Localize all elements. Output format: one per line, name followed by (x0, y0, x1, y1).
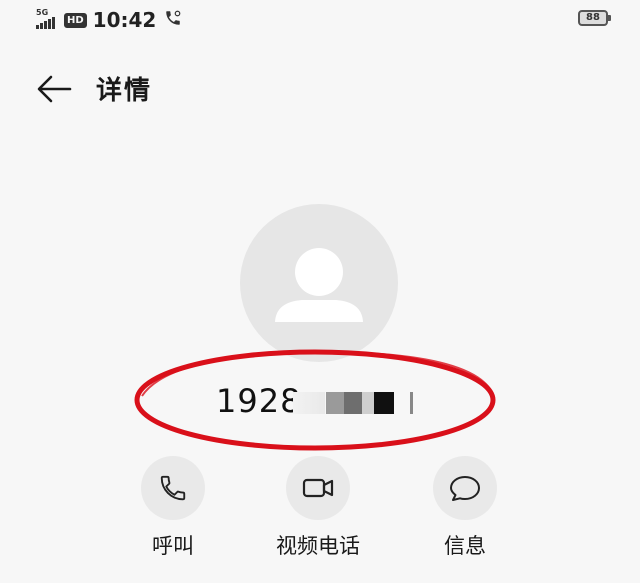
hd-badge: HD (64, 12, 87, 28)
call-button[interactable]: 呼叫 (113, 456, 233, 560)
message-button[interactable]: 信息 (405, 456, 525, 560)
video-call-label: 视频电话 (276, 534, 360, 558)
network-tag: 5G (36, 8, 49, 17)
message-label: 信息 (444, 534, 486, 558)
video-call-button[interactable]: 视频电话 (258, 456, 378, 560)
video-camera-icon (286, 456, 350, 520)
arrow-left-icon (37, 75, 72, 103)
call-active-icon (164, 9, 182, 31)
contact-actions: 呼叫 视频电话 信息 (0, 456, 640, 566)
avatar (240, 204, 398, 362)
status-left: 5G HD 10:42 (36, 8, 182, 32)
message-bubble-icon (433, 456, 497, 520)
back-button[interactable] (34, 72, 74, 106)
person-icon (275, 248, 363, 322)
signal-icon: 5G (36, 9, 60, 31)
phone-number: 1928 (216, 382, 302, 420)
battery-icon: 88 (578, 10, 611, 26)
status-bar: 5G HD 10:42 88 (0, 0, 640, 44)
call-label: 呼叫 (152, 534, 194, 558)
phone-icon (141, 456, 205, 520)
page-title: 详情 (96, 76, 153, 106)
app-header: 详情 (0, 64, 640, 114)
status-time: 10:42 (92, 8, 157, 32)
